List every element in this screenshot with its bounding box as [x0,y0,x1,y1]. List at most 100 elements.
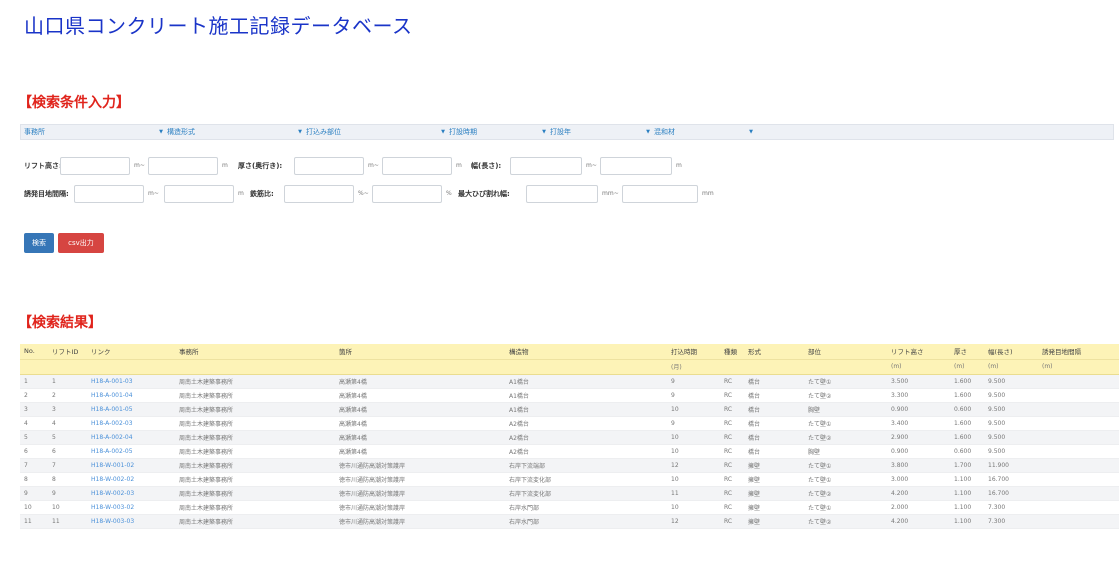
range-row-1: リフト高さ: m~ m 厚さ(奥行き): m~ m 幅(長さ): m~ m [24,157,1114,175]
cell-form: 橋台 [744,388,804,403]
header-joint-spacing[interactable]: 誘発目地間隔 [1038,344,1119,360]
cell-link[interactable]: H18-A-001-04 [87,388,175,403]
cell-structure: A1橋台 [505,388,667,403]
cell-link[interactable]: H18-A-002-04 [87,430,175,445]
header-pour-month[interactable]: 打込時期 [667,344,720,360]
chevron-down-icon: ▼ [298,129,302,135]
joint-spacing-min-input[interactable] [74,185,144,203]
thickness-max-input[interactable] [382,157,452,175]
cell-link[interactable]: H18-A-002-03 [87,416,175,431]
cell-link[interactable]: H18-W-003-03 [87,514,175,529]
cell-site: 高瀬第4橋 [335,374,505,389]
cell-joint-spacing [1038,458,1119,473]
joint-spacing-unit: m [238,190,244,197]
cell-kind: RC [720,416,744,431]
cell-kind: RC [720,388,744,403]
width-min-input[interactable] [510,157,582,175]
cell-lift-height: 3.400 [887,416,950,431]
table-row: 7 7 H18-W-001-02 周南土木建築事務所 徳市川通防高潮対策護岸 右岸下流端部… [20,458,1119,473]
cell-form: 擁壁 [744,500,804,515]
cell-no: 8 [20,472,48,487]
lift-height-max-input[interactable] [148,157,218,175]
unit-cell: (月) [667,358,720,375]
rebar-ratio-min-input[interactable] [284,185,354,203]
cell-link[interactable]: H18-A-001-03 [87,374,175,389]
search-button[interactable]: 検索 [24,233,54,253]
structure-type-select[interactable]: 構造形式 ▼ [164,125,302,139]
max-crack-width-unit: mm [702,190,714,197]
cell-kind: RC [720,458,744,473]
cell-part: 胸壁 [804,402,887,417]
office-select[interactable]: 事務所 ▼ [21,125,163,139]
pour-year-select[interactable]: 打設年 ▼ [547,125,650,139]
cell-structure: A2橋台 [505,416,667,431]
cell-kind: RC [720,514,744,529]
unit-cell [48,358,87,375]
cell-link[interactable]: H18-A-002-05 [87,444,175,459]
cell-pour-month: 10 [667,472,720,487]
cell-pour-month: 9 [667,374,720,389]
joint-spacing-max-input[interactable] [164,185,234,203]
cell-pour-month: 12 [667,514,720,529]
cell-no: 9 [20,486,48,501]
cell-width: 9.500 [984,402,1038,417]
cell-pour-month: 11 [667,486,720,501]
cell-lift-height: 3.000 [887,472,950,487]
cell-lift-height: 2.900 [887,430,950,445]
header-kind[interactable]: 種類 [720,344,744,360]
width-max-input[interactable] [600,157,672,175]
unit-cell [20,358,48,375]
cell-lift-id: 3 [48,402,87,417]
cell-link[interactable]: H18-W-001-02 [87,458,175,473]
rebar-ratio-max-input[interactable] [372,185,442,203]
header-part[interactable]: 部位 [804,344,887,360]
cell-pour-month: 9 [667,388,720,403]
header-form[interactable]: 形式 [744,344,804,360]
header-lift-id[interactable]: リフトID [48,344,87,360]
header-structure[interactable]: 構造物 [505,344,667,360]
cell-thickness: 1.100 [950,500,984,515]
cell-joint-spacing [1038,430,1119,445]
thickness-min-input[interactable] [294,157,364,175]
csv-export-button[interactable]: csv出力 [58,233,104,253]
cell-no: 1 [20,374,48,389]
cell-link[interactable]: H18-W-002-03 [87,486,175,501]
cell-link[interactable]: H18-A-001-05 [87,402,175,417]
cell-site: 高瀬第4橋 [335,444,505,459]
cell-kind: RC [720,500,744,515]
cell-link[interactable]: H18-W-002-02 [87,472,175,487]
table-row: 11 11 H18-W-003-03 周南土木建築事務所 徳市川通防高潮対策護岸 右岸水門… [20,514,1119,529]
max-crack-width-min-input[interactable] [526,185,598,203]
pour-season-select[interactable]: 打設時期 ▼ [446,125,546,139]
cell-pour-month: 12 [667,458,720,473]
cell-lift-id: 1 [48,374,87,389]
cell-kind: RC [720,430,744,445]
lift-height-min-input[interactable] [60,157,130,175]
header-thickness[interactable]: 厚さ [950,344,984,360]
chevron-down-icon: ▼ [542,129,546,135]
unit-row: (月) (m) (m) (m) (m) [20,358,1119,375]
cell-width: 9.500 [984,416,1038,431]
cell-form: 橋台 [744,402,804,417]
admixture-select[interactable]: 混和材 ▼ [651,125,753,139]
cell-joint-spacing [1038,416,1119,431]
cell-width: 16.700 [984,486,1038,501]
header-office[interactable]: 事務所 [175,344,335,360]
cell-part: たて壁① [804,500,887,515]
cell-part: たて壁① [804,416,887,431]
max-crack-width-max-input[interactable] [622,185,698,203]
cell-link[interactable]: H18-W-003-02 [87,500,175,515]
header-lift-height[interactable]: リフト高さ [887,344,950,360]
unit-cell [744,358,804,375]
unit-cell [87,358,175,375]
cell-kind: RC [720,472,744,487]
cell-width: 9.500 [984,444,1038,459]
pour-location-select[interactable]: 打込み部位 ▼ [303,125,445,139]
cell-office: 周南土木建築事務所 [175,416,335,431]
header-site[interactable]: 箇所 [335,344,505,360]
cell-joint-spacing [1038,472,1119,487]
unit-cell: (m) [950,358,984,375]
header-link[interactable]: リンク [87,344,175,360]
header-width[interactable]: 幅(長さ) [984,344,1038,360]
cell-structure: A2橋台 [505,430,667,445]
